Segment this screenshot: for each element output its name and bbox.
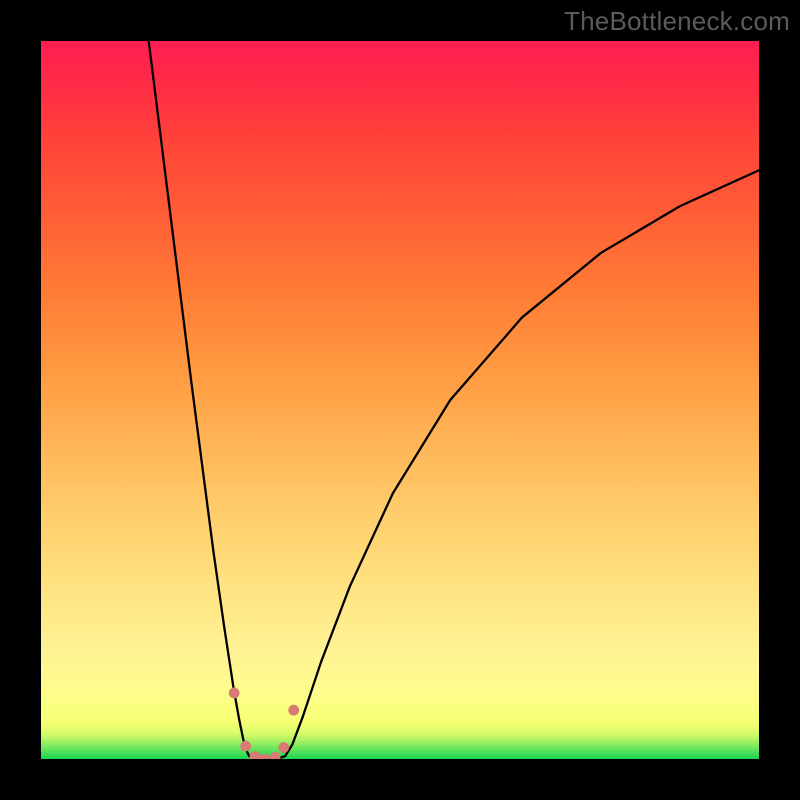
background-gradient <box>41 41 759 759</box>
chart-plot-area <box>41 41 759 759</box>
watermark-text: TheBottleneck.com <box>564 6 790 37</box>
chart-frame: TheBottleneck.com <box>0 0 800 800</box>
